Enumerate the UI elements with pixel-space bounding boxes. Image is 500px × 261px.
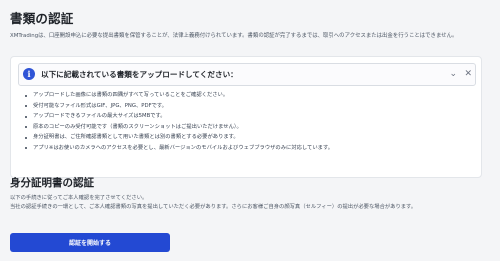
list-item: 受付可能なファイル形式はGIF、JPG、PNG、PDFです。 [23, 101, 473, 112]
info-icon: i [23, 68, 35, 80]
verification-page: 書類の認証 XMTradingは、口座開設申込に必要な提出書類を保管することが、… [0, 0, 500, 261]
documents-section-title: 書類の認証 [10, 11, 74, 26]
identity-description: 以下の手続きに従ってご本人確認を完了させてください。 当社の認証手続きの一環とし… [10, 194, 495, 212]
identity-desc-line-2: 当社の認証手続きの一環として、ご本人確認書類の写真を提出していただく必要がありま… [10, 204, 417, 210]
requirements-list: アップロードした画像には書類の四隅がすべて写っていることをご確認ください。 受付… [23, 90, 473, 154]
documents-intro-text: XMTradingは、口座開設申込に必要な提出書類を保管することが、法律上義務付… [10, 33, 458, 39]
list-item: アプリ※はお使いのカメラへのアクセスを必要とし、最新バージョンのモバイルおよびウ… [23, 143, 473, 154]
chevron-down-icon[interactable]: ⌄ [449, 68, 457, 80]
upload-notice-title: 以下に記載されている書類をアップロードしてください： [41, 70, 238, 79]
start-verification-button[interactable]: 認証を開始する [10, 233, 170, 252]
identity-desc-line-1: 以下の手続きに従ってご本人確認を完了させてください。 [10, 195, 148, 201]
identity-section-title: 身分証明書の認証 [10, 177, 94, 189]
upload-notice-header[interactable]: i 以下に記載されている書類をアップロードしてください： ⌄ ✕ [18, 63, 476, 86]
close-icon[interactable]: ✕ [464, 68, 472, 80]
list-item: 身分証明書は、ご住所確認書類として用いた書類とは別の書類とする必要があります。 [23, 132, 473, 143]
list-item: アップロードできるファイルの最大サイズは5MBです。 [23, 111, 473, 122]
upload-requirements-card: i 以下に記載されている書類をアップロードしてください： ⌄ ✕ アップロードし… [10, 56, 482, 178]
list-item: アップロードした画像には書類の四隅がすべて写っていることをご確認ください。 [23, 90, 473, 101]
list-item: 原本のコピーのみ受付可能です（書類のスクリーンショットはご提出いただけません）。 [23, 122, 473, 133]
